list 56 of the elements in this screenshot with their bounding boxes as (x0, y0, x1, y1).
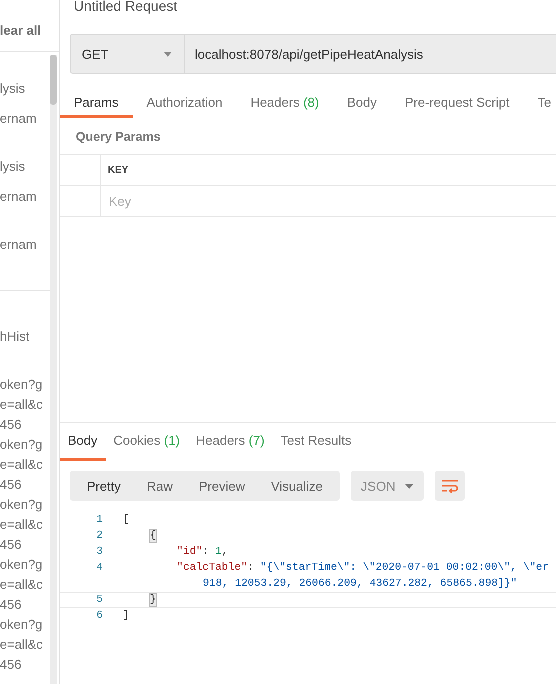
history-item-text[interactable]: e=all&c (0, 635, 59, 655)
view-tab[interactable]: Preview (186, 471, 258, 501)
request-tab[interactable]: Headers (8) (236, 91, 334, 118)
history-item-text[interactable]: e=all&c (0, 395, 59, 415)
request-tab[interactable]: Body (333, 91, 391, 118)
code-line: "calcTable": "{\"starTime\": \"2020-07-01 00:02:00\", \"er (177, 561, 550, 576)
code-line: ] (123, 609, 130, 624)
history-item-text[interactable]: ernam (0, 182, 51, 212)
history-item-text[interactable]: 456 (0, 475, 59, 495)
code-line: [ (123, 513, 130, 528)
history-item-text[interactable]: lysis (0, 74, 51, 104)
request-tab[interactable]: Te (524, 91, 556, 118)
history-item-text[interactable]: oken?g (0, 555, 59, 575)
line-number: 6 (96, 609, 103, 624)
key-field[interactable]: Key (109, 194, 309, 208)
caret-icon (405, 484, 414, 488)
column-header: KEY (107, 164, 130, 178)
request-title: Untitled Request (73, 0, 179, 16)
history-item-text[interactable]: e=all&c (0, 575, 59, 595)
section-title: Query Params (75, 129, 162, 146)
history-item-text[interactable]: 456 (0, 655, 59, 675)
request-tab[interactable]: Authorization (132, 91, 237, 118)
wrap-lines-button[interactable] (435, 471, 466, 501)
history-item-text[interactable]: oken?g (0, 375, 59, 395)
view-tab[interactable]: Raw (134, 471, 186, 501)
line-number: 3 (96, 545, 103, 560)
history-item-text[interactable]: e=all&c (0, 515, 59, 535)
history-item-text[interactable]: hHist (0, 327, 59, 347)
line-number: 1 (96, 513, 103, 528)
history-item-text[interactable]: 456 (0, 595, 59, 615)
history-item-text[interactable]: 456 (0, 415, 59, 435)
view-tab[interactable]: Pretty (74, 471, 134, 501)
clear-all-link[interactable]: lear all (0, 0, 59, 52)
code-line: 918, 12053.29, 26066.209, 43627.282, 65865.898]}" (202, 577, 518, 592)
wrap-icon (441, 479, 460, 493)
format-dropdown[interactable]: JSON (351, 471, 424, 501)
view-tab[interactable]: Visualize (258, 471, 336, 501)
response-tab[interactable]: Cookies (1) (106, 428, 188, 461)
history-item-text[interactable]: oken?g (0, 615, 59, 635)
history-item-text[interactable]: oken?g (0, 495, 59, 515)
response-tab[interactable]: Body (60, 428, 106, 461)
line-number: 4 (96, 561, 103, 576)
history-item-text[interactable]: 456 (0, 535, 59, 555)
response-tab[interactable]: Headers (7) (188, 428, 273, 461)
line-number: 5 (96, 593, 103, 607)
history-item-text[interactable]: ernam (0, 230, 51, 260)
history-item-text[interactable]: e=all&c (0, 455, 59, 475)
scrollbar[interactable] (50, 55, 57, 684)
response-tab[interactable]: Test Results (272, 428, 360, 461)
request-tab[interactable]: Params (60, 91, 133, 118)
request-tab[interactable]: Pre-request Script (390, 91, 524, 118)
history-item-text[interactable]: lysis (0, 152, 51, 182)
line-number: 2 (96, 529, 103, 544)
history-item-text[interactable]: ernam (0, 104, 51, 134)
code-line: "id": 1, (177, 545, 228, 560)
history-item-text[interactable]: oken?g (0, 435, 59, 455)
